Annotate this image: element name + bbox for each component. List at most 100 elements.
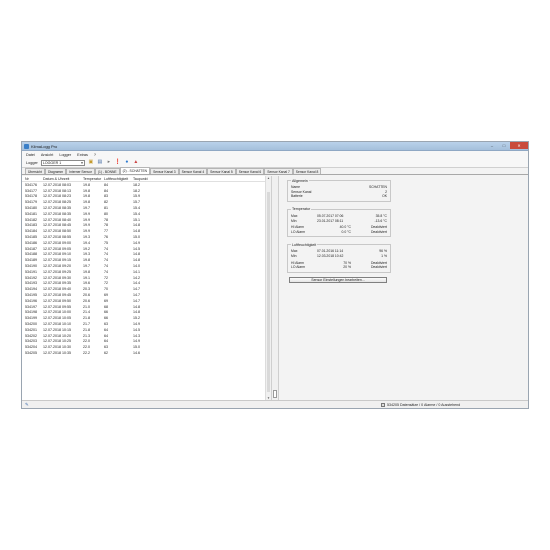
row-batterie: Batterie OK xyxy=(291,194,387,199)
scroll-thumb[interactable] xyxy=(267,192,270,392)
save-icon[interactable]: ▤ xyxy=(97,160,103,166)
row-kanal: Sensor Kanal 2 xyxy=(291,190,387,195)
cell-nr: 534180 xyxy=(25,206,37,211)
menu-logger[interactable]: Logger xyxy=(59,153,71,157)
cell-datum: 12.07.2018 09:40 xyxy=(43,287,71,292)
sensor-settings-button[interactable]: Sensor Einstellungen bearbeiten... xyxy=(289,276,387,283)
cell-taupunkt: 14.7 xyxy=(133,298,140,303)
sensor-icon[interactable]: ▲ xyxy=(133,160,139,166)
header-temperatur[interactable]: Temperatur xyxy=(83,177,104,181)
group-luftfeuchtigkeit: Luftfeuchtigkeit Max 07.01.2016 11:14 96… xyxy=(287,242,391,273)
group-title: Allgemein xyxy=(291,178,309,183)
tab-diagramm[interactable]: Diagramm xyxy=(44,168,67,174)
tab-uebersicht[interactable]: Übersicht xyxy=(25,168,45,174)
menu-ansicht[interactable]: Ansicht xyxy=(41,153,53,157)
cell-nr: 534193 xyxy=(25,281,37,286)
row-hum-max: Max 07.01.2016 11:14 96 % xyxy=(291,249,387,254)
header-nr[interactable]: Nr xyxy=(25,177,43,181)
header-datum[interactable]: Datum & Uhrzeit xyxy=(43,177,83,181)
cell-datum: 12.07.2018 09:15 xyxy=(43,258,71,263)
tab-kanal-8[interactable]: Sensor Kanal 8 xyxy=(292,168,322,174)
cell-luftfeuchtigkeit: 75 xyxy=(104,240,108,245)
tab-interner-sensor[interactable]: Interner Sensor xyxy=(66,168,95,174)
toolbar: Logger LOGGER 1 ▾ ▣ ▤ ▸ ❗ ● ▲ xyxy=(22,158,528,168)
row-name: Name SCHATTEN xyxy=(291,185,387,190)
cell-luftfeuchtigkeit: 84 xyxy=(104,182,108,187)
menu-help[interactable]: ? xyxy=(94,153,96,157)
cell-nr: 534188 xyxy=(25,252,37,257)
cell-datum: 12.07.2018 08:23 xyxy=(43,194,71,199)
close-icon[interactable]: ✕ xyxy=(510,142,528,149)
scroll-up-icon[interactable]: ▲ xyxy=(266,176,271,180)
logger-select[interactable]: LOGGER 1 ▾ xyxy=(40,159,85,166)
pencil-icon[interactable]: ✎ xyxy=(25,402,29,408)
cell-taupunkt: 14.8 xyxy=(133,304,140,309)
menu-extras[interactable]: Extras xyxy=(77,153,88,157)
cell-luftfeuchtigkeit: 72 xyxy=(104,275,108,280)
cell-temperatur: 19.7 xyxy=(83,206,90,211)
label-hi-alarm: HI Alarm xyxy=(291,225,304,230)
folder-open-icon[interactable]: ▣ xyxy=(88,160,94,166)
maximize-icon[interactable]: □ xyxy=(498,142,510,149)
cell-taupunkt: 14.9 xyxy=(133,339,140,344)
table-row[interactable]: 534205 12.07.2018 10:35 22.2 62 14.6 xyxy=(22,350,271,356)
header-taupunkt[interactable]: Taupunkt xyxy=(133,177,163,181)
cell-taupunkt: 15.0 xyxy=(133,235,140,240)
drop-icon[interactable]: ● xyxy=(124,160,130,166)
cell-datum: 12.07.2018 09:00 xyxy=(43,240,71,245)
cell-datum: 12.07.2018 08:25 xyxy=(43,200,71,205)
forward-icon[interactable]: ▸ xyxy=(106,160,112,166)
header-luftfeuchtigkeit[interactable]: Luftfeuchtigkeit xyxy=(104,177,133,181)
cell-taupunkt: 15.0 xyxy=(133,345,140,350)
tab-schatten[interactable]: (2) - SCHATTEN xyxy=(119,167,151,174)
cell-datum: 12.07.2018 09:50 xyxy=(43,298,71,303)
tab-bonne[interactable]: (1) - BONNE xyxy=(94,168,120,174)
cell-luftfeuchtigkeit: 84 xyxy=(104,188,108,193)
panel-splitter[interactable] xyxy=(272,176,279,400)
cell-datum: 12.07.2018 10:20 xyxy=(43,333,71,338)
cell-temperatur: 19.8 xyxy=(83,258,90,263)
label-name: Name xyxy=(291,185,301,190)
cell-luftfeuchtigkeit: 64 xyxy=(104,327,108,332)
data-table: Nr Datum & Uhrzeit Temperatur Luftfeucht… xyxy=(22,176,272,400)
cell-luftfeuchtigkeit: 69 xyxy=(104,293,108,298)
cell-temperatur: 21.4 xyxy=(83,310,90,315)
details-panel: Allgemein Name SCHATTEN Sensor Kanal 2 B… xyxy=(279,176,528,400)
cell-datum: 12.07.2018 10:00 xyxy=(43,310,71,315)
cell-taupunkt: 15.2 xyxy=(133,316,140,321)
tab-kanal-3[interactable]: Sensor Kanal 3 xyxy=(150,168,179,174)
state-lo-alarm: Deaktiviert xyxy=(370,265,387,270)
cell-datum: 12.07.2018 09:25 xyxy=(43,269,71,274)
cell-temperatur: 22.0 xyxy=(83,345,90,350)
group-allgemein: Allgemein Name SCHATTEN Sensor Kanal 2 B… xyxy=(287,178,391,202)
tab-kanal-4[interactable]: Sensor Kanal 4 xyxy=(178,168,208,174)
cell-nr: 534203 xyxy=(25,339,37,344)
cell-nr: 534199 xyxy=(25,316,37,321)
status-bar: ✎ 534205 Datensätze / 0 Alarme / 0 Ausst… xyxy=(22,400,528,408)
table-scrollbar[interactable]: ▲ ▼ xyxy=(265,176,271,400)
tab-kanal-7[interactable]: Sensor Kanal 7 xyxy=(264,168,293,174)
cell-taupunkt: 15.7 xyxy=(133,200,140,205)
tab-strip: Übersicht Diagramm Interner Sensor (1) -… xyxy=(22,167,528,175)
cell-datum: 12.07.2018 09:20 xyxy=(43,264,71,269)
status-summary: 534205 Datensätze / 0 Alarme / 0 Aussteh… xyxy=(381,402,461,407)
status-text: 534205 Datensätze / 0 Alarme / 0 Aussteh… xyxy=(387,402,461,407)
splitter-grip-icon[interactable] xyxy=(273,390,277,398)
cell-temperatur: 19.9 xyxy=(83,211,90,216)
tab-kanal-5[interactable]: Sensor Kanal 5 xyxy=(207,168,236,174)
cell-luftfeuchtigkeit: 68 xyxy=(104,304,108,309)
tab-kanal-6[interactable]: Sensor Kanal 6 xyxy=(235,168,265,174)
label-kanal: Sensor Kanal xyxy=(291,189,312,194)
cell-taupunkt: 14.4 xyxy=(133,281,140,286)
alarm-icon[interactable]: ❗ xyxy=(115,160,121,166)
cell-luftfeuchtigkeit: 77 xyxy=(104,229,108,234)
minimize-icon[interactable]: – xyxy=(486,142,498,149)
cell-temperatur: 19.1 xyxy=(83,275,90,280)
cell-taupunkt: 15.1 xyxy=(133,217,140,222)
cell-luftfeuchtigkeit: 69 xyxy=(104,298,108,303)
value-kanal: 2 xyxy=(385,189,387,194)
cell-luftfeuchtigkeit: 64 xyxy=(104,333,108,338)
menu-datei[interactable]: Datei xyxy=(26,153,35,157)
value-max: 96 % xyxy=(379,249,387,254)
cell-nr: 534185 xyxy=(25,235,37,240)
